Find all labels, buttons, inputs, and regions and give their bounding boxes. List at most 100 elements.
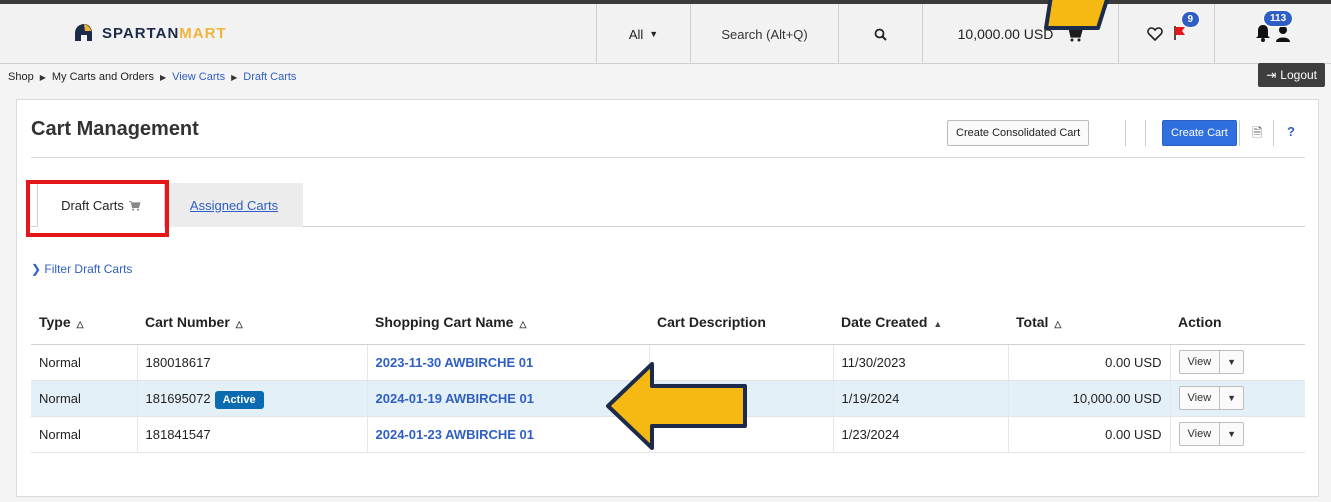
notifications-button[interactable]: 113 [1255,9,1294,45]
cell-cart-number: 181841547 [137,416,368,453]
view-button[interactable]: View [1180,423,1221,445]
top-navigation-bar: SPARTANMART All ▼ Search (Alt+Q) 10,000.… [0,0,1331,64]
column-header-date-created[interactable]: Date Created ▲ [833,300,1008,345]
column-header-cart-description: Cart Description [649,300,833,345]
notification-count-badge: 113 [1263,9,1294,27]
view-split-button: View ▼ [1178,422,1245,446]
caret-down-icon: ▼ [649,29,659,39]
table-row: Normal 181695072 Active 2024-01-19 AWBIRC… [31,380,1305,417]
view-split-button: View ▼ [1178,386,1245,410]
create-cart-button[interactable]: Create Cart [1162,120,1237,146]
cell-type: Normal [31,344,138,381]
user-icon[interactable] [1275,25,1291,43]
create-consolidated-cart-button[interactable]: Create Consolidated Cart [947,120,1090,146]
search-placeholder: Search (Alt+Q) [721,26,808,42]
breadcrumb-view-carts[interactable]: View Carts [172,71,225,83]
cell-action: View ▼ [1170,416,1305,453]
breadcrumb-shop[interactable]: Shop [8,71,34,83]
cell-cart-number: 180018617 [137,344,368,381]
column-header-action: Action [1170,300,1305,345]
chevron-right-icon: ❯ [31,262,42,276]
header-divider [31,157,1305,158]
breadcrumb-separator-icon: ▶ [39,72,46,82]
flag-count-badge: 9 [1180,10,1201,28]
cell-description [649,416,834,453]
breadcrumb: Shop ▶ My Carts and Orders ▶ View Carts … [0,66,1331,88]
cell-total: 0.00 USD [1008,416,1171,453]
filter-draft-carts-toggle[interactable]: ❯ Filter Draft Carts [31,262,132,276]
search-scope-label: All [628,26,644,42]
cart-total-amount: 10,000.00 USD [957,26,1054,42]
cell-type: Normal [31,380,138,417]
spartan-helmet-icon [75,24,92,41]
breadcrumb-separator-icon: ▶ [159,72,167,82]
logout-button[interactable]: ⇥ Logout [1258,63,1325,87]
sort-icon: △ [519,318,527,329]
user-area: 113 [1214,4,1331,64]
column-header-cart-number[interactable]: Cart Number △ [137,300,367,345]
logout-icon: ⇥ [1266,68,1277,82]
search-icon [874,28,887,41]
view-button[interactable]: View [1180,387,1221,409]
divider [1125,120,1126,146]
divider [1273,120,1274,146]
breadcrumb-draft-carts[interactable]: Draft Carts [243,71,296,83]
caret-down-icon[interactable]: ▼ [1220,423,1243,445]
draft-carts-table: Type △ Cart Number △ Shopping Cart Name △ C… [31,300,1305,453]
cart-name-link[interactable]: 2024-01-19 AWBIRCHE 01 [376,391,534,406]
divider [1145,120,1146,146]
cell-description [649,380,834,417]
cell-date-created: 1/19/2024 [833,380,1009,417]
flag-button[interactable]: 9 [1173,10,1201,44]
cart-icon [1066,27,1084,42]
favorites-and-flags: 9 [1118,4,1214,64]
cell-type: Normal [31,416,138,453]
heart-icon[interactable] [1146,27,1163,41]
logout-label: Logout [1280,68,1317,82]
active-badge: Active [214,390,264,409]
column-header-total[interactable]: Total △ [1008,300,1170,345]
page-title: Cart Management [31,118,199,140]
cart-tabs: Draft Carts Assigned Carts [31,183,1305,227]
column-header-shopping-cart-name[interactable]: Shopping Cart Name △ [367,300,649,345]
cart-number-text: 181695072 [145,390,211,406]
filter-draft-carts-label: Filter Draft Carts [44,262,133,276]
cell-action: View ▼ [1170,344,1305,381]
view-button[interactable]: View [1180,351,1221,373]
sort-icon: △ [1054,318,1062,329]
table-header-row: Type △ Cart Number △ Shopping Cart Name △ C… [31,300,1305,345]
breadcrumb-my-carts-and-orders[interactable]: My Carts and Orders [52,71,154,83]
cell-cart-name: 2024-01-23 AWBIRCHE 01 [367,416,650,453]
column-header-type[interactable]: Type △ [31,300,137,345]
caret-down-icon[interactable]: ▼ [1220,387,1243,409]
help-icon[interactable]: ? [1287,124,1295,139]
table-row: Normal 181841547 2024-01-23 AWBIRCHE 01 … [31,416,1305,453]
cell-total: 10,000.00 USD [1008,380,1171,417]
cell-total: 0.00 USD [1008,344,1171,381]
highlight-box [26,180,169,237]
cell-cart-number: 181695072 Active [137,380,368,417]
search-scope-dropdown[interactable]: All ▼ [596,4,690,64]
view-split-button: View ▼ [1178,350,1245,374]
cell-description [649,344,834,381]
tab-assigned-carts[interactable]: Assigned Carts [165,183,303,227]
cart-name-link[interactable]: 2024-01-23 AWBIRCHE 01 [376,427,534,442]
sort-icon: △ [235,318,243,329]
cart-name-link[interactable]: 2023-11-30 AWBIRCHE 01 [376,355,534,370]
document-icon[interactable]: 🗎 [1252,124,1262,146]
cell-date-created: 1/23/2024 [833,416,1009,453]
divider [1239,120,1240,146]
cell-date-created: 11/30/2023 [833,344,1009,381]
search-input[interactable]: Search (Alt+Q) [690,4,838,64]
search-button[interactable] [838,4,922,64]
sort-ascending-icon: ▲ [933,318,943,329]
cart-management-panel: Cart Management Create Consolidated Cart… [16,99,1319,497]
breadcrumb-separator-icon: ▶ [231,72,238,82]
logo[interactable]: SPARTANMART [72,22,227,44]
cart-total-button[interactable]: 10,000.00 USD [922,4,1118,64]
sort-icon: △ [76,318,84,329]
cell-cart-name: 2024-01-19 AWBIRCHE 01 [367,380,650,417]
caret-down-icon[interactable]: ▼ [1220,351,1243,373]
table-row: Normal 180018617 2023-11-30 AWBIRCHE 01 … [31,344,1305,381]
cell-action: View ▼ [1170,380,1305,417]
